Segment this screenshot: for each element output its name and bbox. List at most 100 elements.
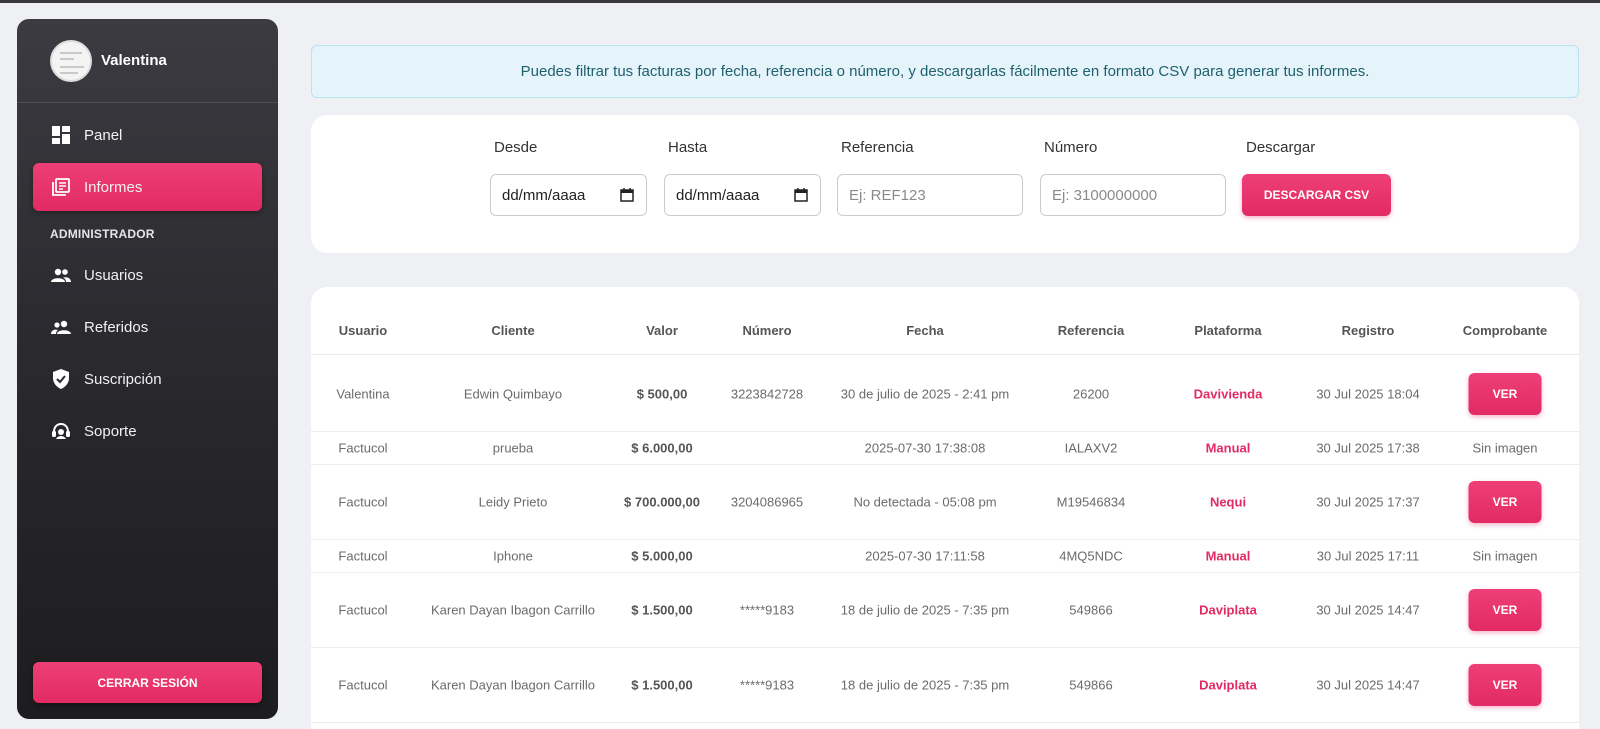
cell-usuario: Factucol: [338, 677, 388, 693]
sidebar-item-label: Referidos: [84, 318, 149, 336]
sidebar-item-label: Panel: [84, 126, 123, 144]
cell-cliente: Iphone: [493, 548, 533, 564]
sidebar-item-informes[interactable]: Informes: [33, 163, 262, 211]
th-referencia: Referencia: [1057, 323, 1125, 338]
cell-numero: *****9183: [739, 602, 795, 618]
invoices-table: Usuario Cliente Valor Número Fecha Referencia…: [311, 287, 1579, 729]
th-cliente: Cliente: [491, 323, 535, 338]
support-headset-icon: [51, 421, 71, 441]
cell-fecha: No detectada - 05:08 pm: [853, 494, 997, 510]
cell-referencia: 549866: [1069, 677, 1113, 693]
dashboard-icon: [51, 125, 71, 145]
download-csv-button[interactable]: DESCARGAR CSV: [1242, 174, 1391, 216]
referencia-label: Referencia: [841, 139, 914, 156]
sidebar-item-referidos[interactable]: Referidos: [33, 303, 262, 351]
th-comprobante: Comprobante: [1462, 323, 1548, 338]
cell-comprobante: Sin imagen: [1472, 548, 1538, 564]
cell-usuario: Valentina: [336, 386, 390, 401]
hasta-date-input[interactable]: dd/mm/aaaa: [664, 174, 821, 216]
view-receipt-button[interactable]: VER: [1468, 481, 1542, 523]
cell-plataforma: Manual: [1205, 440, 1251, 456]
sidebar-item-suscripcion[interactable]: Suscripción: [33, 355, 262, 403]
table-row: Valentina Edwin Quimbayo $ 500,00 322384272…: [311, 356, 1579, 432]
cell-registro: 30 Jul 2025 14:47: [1316, 602, 1420, 618]
table-row: Factucol Karen Dayan Ibagon Carrillo $ 1.5…: [311, 648, 1579, 723]
cell-registro: 30 Jul 2025 18:04: [1316, 386, 1420, 401]
th-valor: Valor: [646, 323, 678, 338]
cell-valor: $ 1.500,00: [631, 602, 693, 618]
table-row: Factucol Leidy Prieto $ 700.000,00 32040869…: [311, 465, 1579, 540]
referencia-input[interactable]: Ej: REF123: [837, 174, 1023, 216]
view-receipt-button[interactable]: VER: [1468, 372, 1542, 415]
calendar-icon[interactable]: [620, 188, 634, 202]
numero-input[interactable]: Ej: 3100000000: [1040, 174, 1226, 216]
cell-fecha: 2025-07-30 17:11:58: [865, 548, 985, 564]
sidebar: Valentina Panel Informes ADMINISTRADOR U…: [17, 19, 278, 719]
table-header: Usuario Cliente Valor Número Fecha Referencia…: [311, 287, 1579, 355]
desde-date-input[interactable]: dd/mm/aaaa: [490, 174, 647, 216]
reports-icon: [51, 177, 71, 197]
th-numero: Número: [742, 323, 792, 338]
cell-referencia: 549866: [1069, 602, 1113, 618]
cell-valor: $ 5.000,00: [631, 548, 693, 564]
cell-referencia: 26200: [1072, 386, 1110, 401]
cell-plataforma: Manual: [1205, 548, 1251, 564]
hasta-label: Hasta: [668, 139, 708, 156]
user-name: Valentina: [101, 52, 167, 69]
cell-valor: $ 500,00: [636, 386, 688, 401]
desde-date-value: dd/mm/aaaa: [502, 186, 586, 204]
sidebar-item-panel[interactable]: Panel: [33, 111, 262, 159]
avatar: [50, 39, 92, 82]
user-profile[interactable]: Valentina: [17, 19, 278, 103]
cell-fecha: 2025-07-30 17:38:08: [864, 440, 986, 456]
cell-numero: *****9183: [739, 677, 795, 693]
view-receipt-button[interactable]: VER: [1468, 589, 1542, 631]
sidebar-item-label: Informes: [84, 178, 143, 196]
desde-label: Desde: [494, 139, 538, 156]
main-nav: Panel Informes ADMINISTRADOR Usuarios Re…: [17, 103, 278, 455]
cell-usuario: Factucol: [338, 548, 388, 564]
cell-valor: $ 1.500,00: [631, 677, 693, 693]
cell-referencia: 4MQ5NDC: [1059, 548, 1123, 564]
cell-cliente: prueba: [492, 440, 534, 456]
table-row: Factucol Karen Dayan Ibagon Carrillo $ 1.5…: [311, 573, 1579, 648]
sidebar-item-soporte[interactable]: Soporte: [33, 407, 262, 455]
cell-fecha: 30 de julio de 2025 - 2:41 pm: [840, 386, 1010, 401]
hasta-date-value: dd/mm/aaaa: [676, 186, 760, 204]
table-row: Factucol Iphone $ 5.000,00 2025-07-30 17:11…: [311, 540, 1579, 573]
cell-comprobante: Sin imagen: [1472, 440, 1538, 456]
sidebar-item-label: Suscripción: [84, 370, 162, 388]
cell-plataforma: Daviplata: [1199, 677, 1257, 693]
cell-cliente: Karen Dayan Ibagon Carrillo: [430, 677, 596, 693]
cell-plataforma: Daviplata: [1199, 602, 1257, 618]
info-banner: Puedes filtrar tus facturas por fecha, r…: [311, 45, 1579, 98]
cell-usuario: Factucol: [338, 494, 388, 510]
cell-plataforma: Davivienda: [1193, 386, 1263, 401]
cell-fecha: 18 de julio de 2025 - 7:35 pm: [840, 677, 1010, 693]
sidebar-item-label: Soporte: [84, 422, 137, 440]
th-fecha: Fecha: [906, 323, 944, 338]
cell-valor: $ 700.000,00: [624, 494, 700, 510]
cell-registro: 30 Jul 2025 17:11: [1316, 548, 1420, 564]
descargar-label: Descargar: [1246, 139, 1316, 156]
cell-usuario: Factucol: [338, 440, 388, 456]
cell-plataforma: Nequi: [1209, 494, 1247, 510]
logout-button[interactable]: CERRAR SESIÓN: [33, 662, 262, 703]
cell-numero: 3223842728: [730, 386, 804, 401]
numero-placeholder: Ej: 3100000000: [1052, 186, 1158, 204]
th-plataforma: Plataforma: [1194, 323, 1262, 338]
cell-numero: 3204086965: [730, 494, 804, 510]
calendar-icon[interactable]: [794, 188, 808, 202]
cell-cliente: Edwin Quimbayo: [463, 386, 563, 401]
cell-usuario: Factucol: [338, 602, 388, 618]
sidebar-item-usuarios[interactable]: Usuarios: [33, 251, 262, 299]
th-registro: Registro: [1341, 323, 1395, 338]
view-receipt-button[interactable]: VER: [1468, 664, 1542, 706]
shield-check-icon: [51, 369, 71, 389]
cell-registro: 30 Jul 2025 17:38: [1316, 440, 1420, 456]
cell-cliente: Leidy Prieto: [478, 494, 548, 510]
users-icon: [51, 265, 71, 285]
cell-registro: 30 Jul 2025 17:37: [1316, 494, 1420, 510]
numero-label: Número: [1044, 139, 1098, 156]
cell-valor: $ 6.000,00: [631, 440, 693, 456]
